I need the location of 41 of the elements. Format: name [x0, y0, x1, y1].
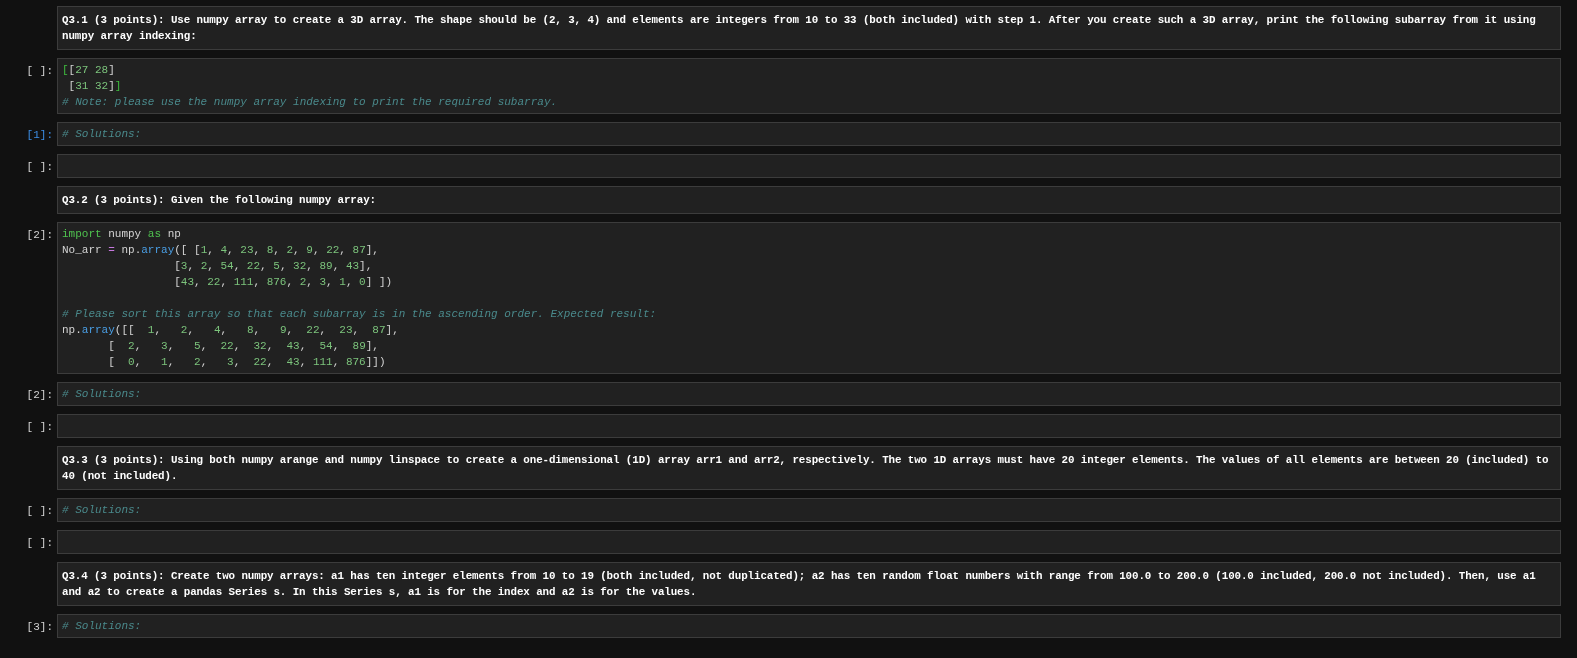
cell-prompt: [2]: — [26, 388, 53, 403]
code-line: [31 32]] — [67, 79, 123, 94]
code-line: [43, 22, 111, 876, 2, 3, 1, 0] ]) — [173, 275, 394, 290]
cell-prompt: [2]: — [26, 228, 53, 243]
code-line: No_arr = np.array([ [1, 4, 23, 8, 2, 9, 22, 87], — [62, 243, 380, 258]
code-line: # Solutions: — [62, 127, 143, 142]
code-line: [[27 28] — [62, 63, 116, 78]
code-cell[interactable] — [57, 530, 1561, 554]
code-cell[interactable] — [57, 222, 1561, 374]
code-line: [3, 2, 54, 22, 5, 32, 89, 43], — [173, 259, 374, 274]
code-line: # Solutions: — [62, 503, 143, 518]
cell-prompt: [ ]: — [26, 64, 53, 79]
markdown-cell[interactable]: Q3.2 (3 points): Given the following numpy array: — [57, 186, 1561, 214]
cell-prompt: [1]: — [26, 128, 53, 143]
code-cell[interactable]: # Solutions: — [57, 122, 1561, 146]
question-text: Q3.1 (3 points): Use numpy array to create a 3D array. The shape should be (2, 3, 4) and elements are integers from 10 to 33 (both included) with step 1. After you create such a 3D array, print the following subarray from it using numpy array indexing: — [62, 13, 1537, 44]
markdown-cell[interactable] — [57, 562, 1561, 606]
cell-prompt: [3]: — [26, 620, 53, 635]
cell-prompt: [ ]: — [26, 420, 53, 435]
code-line: import numpy as np — [62, 227, 182, 242]
code-cell[interactable] — [57, 414, 1561, 438]
code-line: # Solutions: — [62, 387, 143, 402]
cell-prompt: [ ]: — [26, 536, 53, 551]
code-line: # Solutions: — [62, 619, 143, 634]
code-line: [ 0, 1, 2, 3, 22, 43, 111, 876]]) — [107, 355, 387, 370]
code-line: # Note: please use the numpy array indexing to print the required subarray. — [62, 95, 559, 110]
cell-prompt: [ ]: — [26, 160, 53, 175]
code-line: [ 2, 3, 5, 22, 32, 43, 54, 89], — [107, 339, 380, 354]
code-cell[interactable]: # Solutions: — [57, 498, 1561, 522]
code-cell[interactable]: # Solutions: — [57, 382, 1561, 406]
cell-prompt: [ ]: — [26, 504, 53, 519]
question-text: Q3.3 (3 points): Using both numpy arange and numpy linspace to create a one-dimensional (1D) array arr1 and arr2, respectively. The two 1D arrays must have 20 integer elements. The values of all elements are between 20 (included) to 40 (not included). — [62, 453, 1550, 484]
code-cell[interactable]: [[27 28] [31 32]] # Note: please use the numpy array indexing to print the required subarray. — [57, 58, 1561, 114]
markdown-cell[interactable] — [57, 6, 1561, 50]
markdown-cell[interactable] — [57, 446, 1561, 490]
question-text: Q3.4 (3 points): Create two numpy arrays: a1 has ten integer elements from 10 to 19 (both included, not duplicated); a2 has ten random float numbers with range from 100.0 to 200.0 (100.0 included, 200.0 not included). Then, use a1 and a2 to create a pandas Series s. In this Series s, a1 is for the index and a2 is for the values. — [62, 569, 1537, 600]
code-cell[interactable] — [57, 154, 1561, 178]
code-line: np.array([[ 1, 2, 4, 8, 9, 22, 23, 87], — [62, 323, 400, 338]
question-text: Q3.2 (3 points): Given the following numpy array: — [62, 193, 377, 208]
code-cell[interactable]: # Solutions: — [57, 614, 1561, 638]
code-line: # Please sort this array so that each subarray is in the ascending order. Expected result: — [62, 307, 658, 322]
